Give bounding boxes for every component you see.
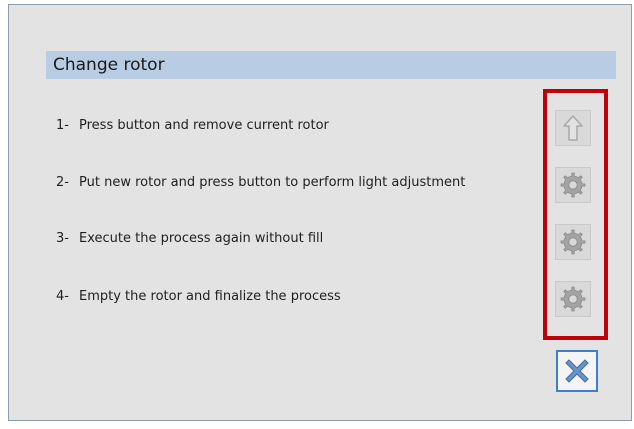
execute-again-button[interactable]: [555, 224, 591, 260]
step-4: 4- Empty the rotor and finalize the proc…: [56, 289, 516, 305]
step-1: 1- Press button and remove current rotor: [56, 118, 516, 134]
step-text: Press button and remove current rotor: [79, 118, 329, 133]
remove-rotor-button[interactable]: [555, 110, 591, 146]
light-adjustment-button[interactable]: [555, 167, 591, 203]
step-text: Put new rotor and press button to perfor…: [79, 175, 466, 190]
step-2: 2- Put new rotor and press button to per…: [56, 175, 516, 191]
step-text: Empty the rotor and finalize the process: [79, 289, 341, 304]
finalize-process-button[interactable]: [555, 281, 591, 317]
step-number: 2-: [56, 175, 69, 190]
close-x-icon: [565, 359, 589, 383]
gear-icon: [560, 172, 586, 198]
step-3: 3- Execute the process again without fil…: [56, 231, 516, 247]
gear-icon: [560, 229, 586, 255]
arrow-up-icon: [563, 115, 583, 141]
close-button[interactable]: [556, 350, 598, 392]
step-number: 4-: [56, 289, 69, 304]
step-number: 3-: [56, 231, 69, 246]
step-text: Execute the process again without fill: [79, 231, 324, 246]
gear-icon: [560, 286, 586, 312]
dialog-title: Change rotor: [46, 51, 616, 79]
step-number: 1-: [56, 118, 69, 133]
